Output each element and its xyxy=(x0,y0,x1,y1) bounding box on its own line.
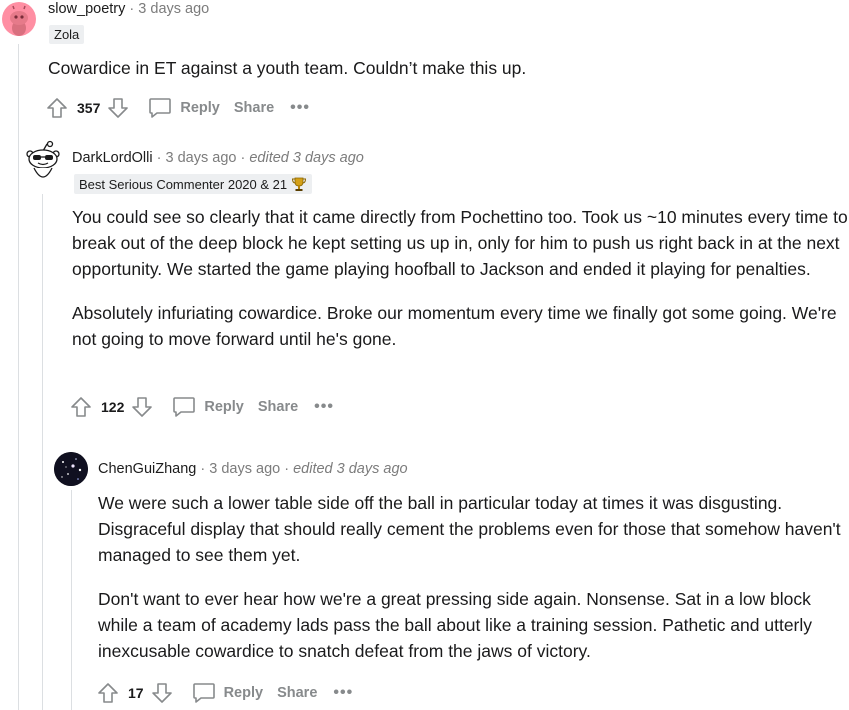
snoo-avatar-icon xyxy=(10,5,28,36)
comment-actions: 122 Reply Share ••• xyxy=(69,393,334,421)
comment-body: Cowardice in ET against a youth team. Co… xyxy=(48,55,838,81)
meta-separator: · xyxy=(129,1,135,17)
trophy-icon xyxy=(292,177,307,191)
user-flair: Zola xyxy=(49,25,85,44)
edited-timestamp: edited 3 days ago xyxy=(249,150,364,166)
more-options-icon[interactable]: ••• xyxy=(290,99,310,117)
downvote-button[interactable] xyxy=(106,96,130,120)
comment-actions: 357 Reply Share ••• xyxy=(45,94,310,122)
starfield-avatar-icon xyxy=(54,452,88,486)
comment-meta: slow_poetry · 3 days ago xyxy=(48,1,209,17)
comment-paragraph: Absolutely infuriating cowardice. Broke … xyxy=(72,303,837,349)
comment-paragraph: You could see so clearly that it came di… xyxy=(72,207,848,279)
downvote-button[interactable] xyxy=(130,395,154,419)
upvote-icon xyxy=(98,683,118,703)
share-button[interactable]: Share xyxy=(234,100,274,116)
username[interactable]: slow_poetry xyxy=(48,1,125,17)
vote-score: 357 xyxy=(77,100,101,116)
avatar[interactable] xyxy=(54,452,88,486)
reply-label: Reply xyxy=(223,685,264,701)
username[interactable]: ChenGuiZhang xyxy=(98,461,196,477)
thread-line-3[interactable] xyxy=(71,490,72,710)
share-button[interactable]: Share xyxy=(277,685,317,701)
vote-score: 122 xyxy=(101,399,125,415)
comment-bubble-icon xyxy=(149,98,172,118)
reply-label: Reply xyxy=(204,399,244,415)
thread-line-1[interactable] xyxy=(18,44,19,710)
downvote-icon xyxy=(151,683,172,703)
upvote-button[interactable] xyxy=(96,681,120,705)
meta-separator: · xyxy=(240,150,246,166)
comment-meta: DarkLordOlli · 3 days ago · edited 3 day… xyxy=(72,150,364,166)
meta-separator: · xyxy=(284,461,290,477)
comment-paragraph: We were such a lower table side off the … xyxy=(98,493,841,565)
timestamp[interactable]: 3 days ago xyxy=(166,150,237,166)
comment-paragraph: Don't want to ever hear how we're a grea… xyxy=(98,589,813,661)
reply-button[interactable]: Reply xyxy=(192,682,264,704)
comment-paragraph: Cowardice in ET against a youth team. Co… xyxy=(48,58,527,78)
snoo-sunglasses-avatar-icon xyxy=(26,140,60,178)
vote-score: 17 xyxy=(128,685,144,701)
timestamp[interactable]: 3 days ago xyxy=(138,1,209,17)
comment-bubble-icon xyxy=(192,683,215,703)
reply-button[interactable]: Reply xyxy=(172,396,244,418)
upvote-icon xyxy=(47,98,67,118)
comment-body: We were such a lower table side off the … xyxy=(98,490,843,664)
user-flair: Best Serious Commenter 2020 & 21 xyxy=(74,174,313,194)
downvote-icon xyxy=(108,98,129,118)
upvote-icon xyxy=(71,397,91,417)
flair-text: Best Serious Commenter 2020 & 21 xyxy=(79,176,288,192)
timestamp[interactable]: 3 days ago xyxy=(209,461,280,477)
reply-button[interactable]: Reply xyxy=(148,97,220,119)
avatar[interactable] xyxy=(24,140,62,188)
upvote-button[interactable] xyxy=(69,395,93,419)
more-options-icon[interactable]: ••• xyxy=(314,398,334,416)
share-button[interactable]: Share xyxy=(258,399,298,415)
comment-body: You could see so clearly that it came di… xyxy=(72,204,848,352)
comment-meta: ChenGuiZhang · 3 days ago · edited 3 day… xyxy=(98,461,408,477)
downvote-button[interactable] xyxy=(150,681,174,705)
downvote-icon xyxy=(132,397,153,417)
thread-line-2[interactable] xyxy=(42,194,43,710)
avatar[interactable] xyxy=(2,2,36,36)
username[interactable]: DarkLordOlli xyxy=(72,150,153,166)
reply-label: Reply xyxy=(180,100,220,116)
meta-separator: · xyxy=(200,461,206,477)
comment-bubble-icon xyxy=(173,397,196,417)
edited-timestamp: edited 3 days ago xyxy=(293,461,408,477)
upvote-button[interactable] xyxy=(45,96,69,120)
comment-actions: 17 Reply Share ••• xyxy=(96,679,353,707)
meta-separator: · xyxy=(156,150,162,166)
more-options-icon[interactable]: ••• xyxy=(333,684,353,702)
